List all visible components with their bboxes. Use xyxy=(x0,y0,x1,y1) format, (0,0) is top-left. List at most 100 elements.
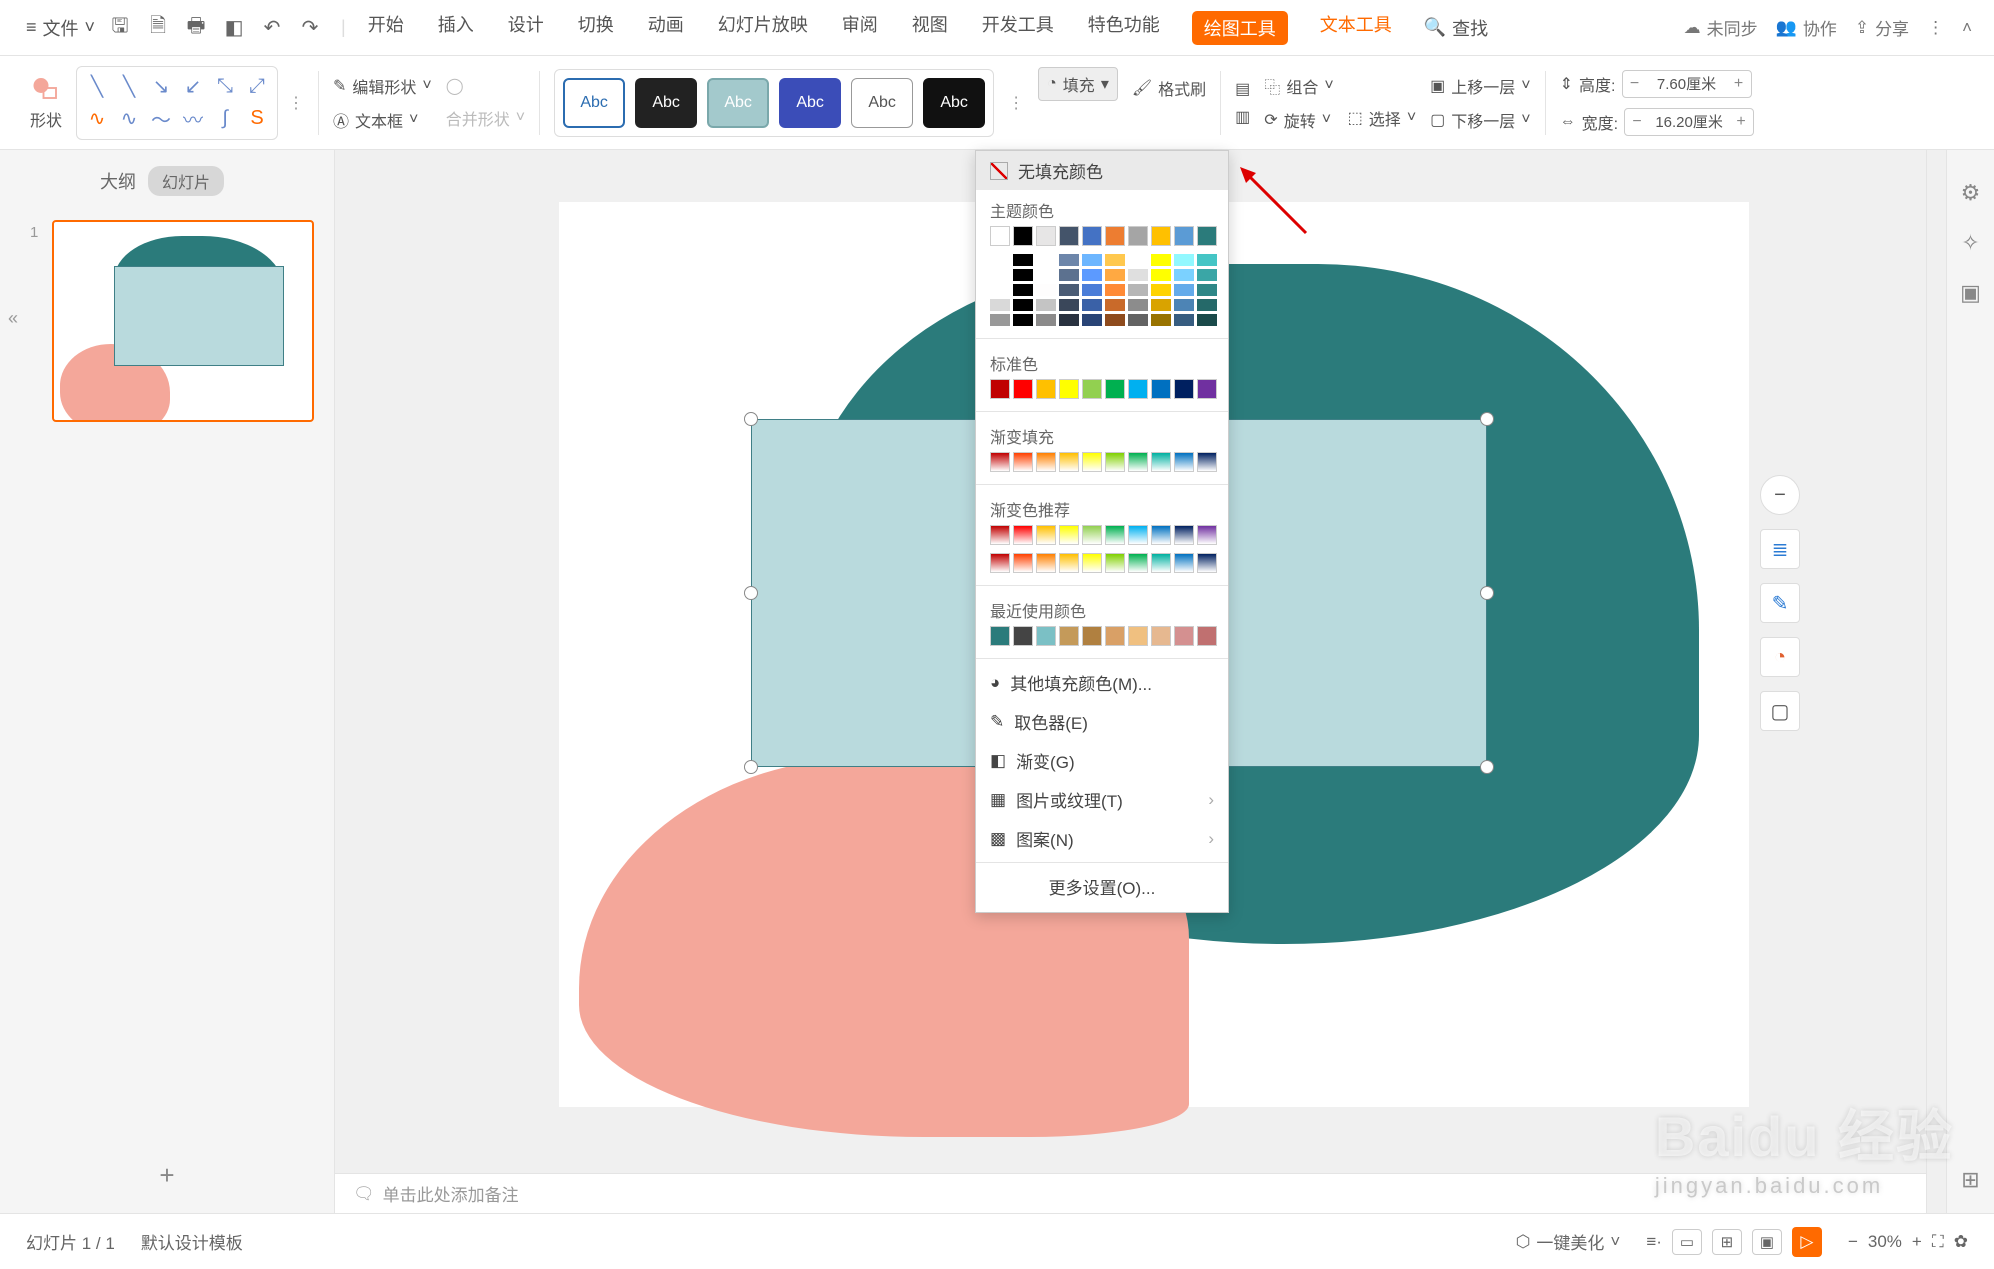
color-swatch[interactable] xyxy=(1128,379,1148,399)
color-swatch[interactable] xyxy=(1151,314,1171,326)
color-swatch[interactable] xyxy=(1036,299,1056,311)
grid-rail-icon[interactable]: ⊞ xyxy=(1961,1167,1979,1193)
color-swatch[interactable] xyxy=(990,226,1010,246)
color-swatch[interactable] xyxy=(990,379,1010,399)
color-swatch[interactable] xyxy=(1151,269,1171,281)
color-swatch[interactable] xyxy=(1174,314,1194,326)
frame-icon[interactable]: ▢ xyxy=(1760,691,1800,731)
color-swatch[interactable] xyxy=(1059,452,1079,472)
color-swatch[interactable] xyxy=(1082,226,1102,246)
color-swatch[interactable] xyxy=(1105,254,1125,266)
color-swatch[interactable] xyxy=(1105,226,1125,246)
lines-gallery[interactable]: ╲╲↘↙⤡⤢ ∿∿〜〰∫S xyxy=(76,66,278,140)
color-swatch[interactable] xyxy=(1082,626,1102,646)
style-preset[interactable]: Abc xyxy=(779,78,841,128)
color-swatch[interactable] xyxy=(1105,314,1125,326)
canvas[interactable]: 无填充颜色 主题颜色 标准色 渐变填充 渐变色推荐 最近使用颜色 ◕其他填充颜色… xyxy=(335,150,1994,1213)
width-input[interactable]: −16.20厘米+ xyxy=(1624,108,1754,136)
color-swatch[interactable] xyxy=(1105,626,1125,646)
color-swatch[interactable] xyxy=(1151,226,1171,246)
tab-review[interactable]: 审阅 xyxy=(840,11,880,45)
color-swatch[interactable] xyxy=(990,452,1010,472)
format-painter-button[interactable]: 🖌格式刷 xyxy=(1132,76,1206,100)
color-swatch[interactable] xyxy=(1013,226,1033,246)
curve-icon[interactable]: 〰 xyxy=(179,105,207,133)
settings-rail-icon[interactable]: ⚙ xyxy=(1961,180,1981,206)
color-swatch[interactable] xyxy=(1059,284,1079,296)
color-swatch[interactable] xyxy=(1036,626,1056,646)
color-swatch[interactable] xyxy=(990,269,1010,281)
color-swatch[interactable] xyxy=(1151,452,1171,472)
color-swatch[interactable] xyxy=(1013,299,1033,311)
color-swatch[interactable] xyxy=(1082,553,1102,573)
reading-view-icon[interactable]: ▣ xyxy=(1752,1229,1782,1255)
tab-text-tools[interactable]: 文本工具 xyxy=(1318,11,1394,45)
color-swatch[interactable] xyxy=(1059,226,1079,246)
zoom-in-icon[interactable]: + xyxy=(1912,1232,1922,1252)
color-swatch[interactable] xyxy=(1128,254,1148,266)
line-icon[interactable]: ╲ xyxy=(83,73,111,101)
color-swatch[interactable] xyxy=(990,525,1010,545)
shapes-gallery-button[interactable]: 形状 xyxy=(26,73,66,133)
zoom-value[interactable]: 30% xyxy=(1868,1232,1902,1252)
color-swatch[interactable] xyxy=(1082,284,1102,296)
selection-handle[interactable] xyxy=(1480,586,1494,600)
tab-drawing-tools[interactable]: 绘图工具 xyxy=(1192,11,1288,45)
color-swatch[interactable] xyxy=(1197,226,1217,246)
pen-icon[interactable]: ✎ xyxy=(1760,583,1800,623)
color-swatch[interactable] xyxy=(1151,254,1171,266)
color-swatch[interactable] xyxy=(1036,314,1056,326)
color-swatch[interactable] xyxy=(1128,452,1148,472)
no-fill-option[interactable]: 无填充颜色 xyxy=(976,151,1228,190)
tab-transition[interactable]: 切换 xyxy=(576,11,616,45)
color-swatch[interactable] xyxy=(1082,452,1102,472)
color-swatch[interactable] xyxy=(1105,525,1125,545)
tab-features[interactable]: 特色功能 xyxy=(1086,11,1162,45)
color-swatch[interactable] xyxy=(990,284,1010,296)
sorter-view-icon[interactable]: ⊞ xyxy=(1712,1229,1742,1255)
color-swatch[interactable] xyxy=(1013,269,1033,281)
notes-bar[interactable]: 🗨 单击此处添加备注 xyxy=(335,1173,1926,1213)
color-swatch[interactable] xyxy=(1128,226,1148,246)
color-swatch[interactable] xyxy=(990,299,1010,311)
gallery-more-icon[interactable]: ⋮ xyxy=(288,93,304,113)
color-swatch[interactable] xyxy=(1082,299,1102,311)
line-icon[interactable]: ╲ xyxy=(115,73,143,101)
select-button[interactable]: ⬚选择˅ xyxy=(1348,106,1416,130)
color-swatch[interactable] xyxy=(1151,299,1171,311)
align-icon[interactable]: ▥ xyxy=(1235,107,1250,127)
curve-icon[interactable]: ∿ xyxy=(83,105,111,133)
color-swatch[interactable] xyxy=(1174,226,1194,246)
tab-insert[interactable]: 插入 xyxy=(436,11,476,45)
color-swatch[interactable] xyxy=(1197,452,1217,472)
outline-tab[interactable]: 大纲 xyxy=(100,168,136,194)
color-swatch[interactable] xyxy=(1059,254,1079,266)
color-swatch[interactable] xyxy=(1197,254,1217,266)
selection-handle[interactable] xyxy=(744,412,758,426)
align-icon[interactable]: ▤ xyxy=(1235,79,1250,99)
layout-rail-icon[interactable]: ▣ xyxy=(1960,280,1981,306)
color-swatch[interactable] xyxy=(1036,379,1056,399)
zoom-out-icon[interactable]: − xyxy=(1848,1232,1858,1252)
send-backward-button[interactable]: ▢下移一层˅ xyxy=(1430,108,1530,132)
curve-icon[interactable]: ∫ xyxy=(211,105,239,133)
color-swatch[interactable] xyxy=(1151,626,1171,646)
color-swatch[interactable] xyxy=(1151,284,1171,296)
color-swatch[interactable] xyxy=(1036,226,1056,246)
color-swatch[interactable] xyxy=(1197,379,1217,399)
color-swatch[interactable] xyxy=(1036,525,1056,545)
color-swatch[interactable] xyxy=(1174,553,1194,573)
gallery-more-icon[interactable]: ⋮ xyxy=(1008,93,1024,113)
color-swatch[interactable] xyxy=(1197,553,1217,573)
pattern-option[interactable]: ▩图案(N)› xyxy=(976,819,1228,858)
shape-style-gallery[interactable]: Abc Abc Abc Abc Abc Abc xyxy=(554,69,994,137)
plus-icon[interactable]: + xyxy=(1727,75,1751,93)
group-button[interactable]: ⿻组合˅ xyxy=(1264,74,1333,98)
style-preset[interactable]: Abc xyxy=(635,78,697,128)
tab-design[interactable]: 设计 xyxy=(506,11,546,45)
color-swatch[interactable] xyxy=(1036,553,1056,573)
color-swatch[interactable] xyxy=(1013,553,1033,573)
tab-animation[interactable]: 动画 xyxy=(646,11,686,45)
color-swatch[interactable] xyxy=(1013,626,1033,646)
more-settings-option[interactable]: 更多设置(O)... xyxy=(976,867,1228,906)
